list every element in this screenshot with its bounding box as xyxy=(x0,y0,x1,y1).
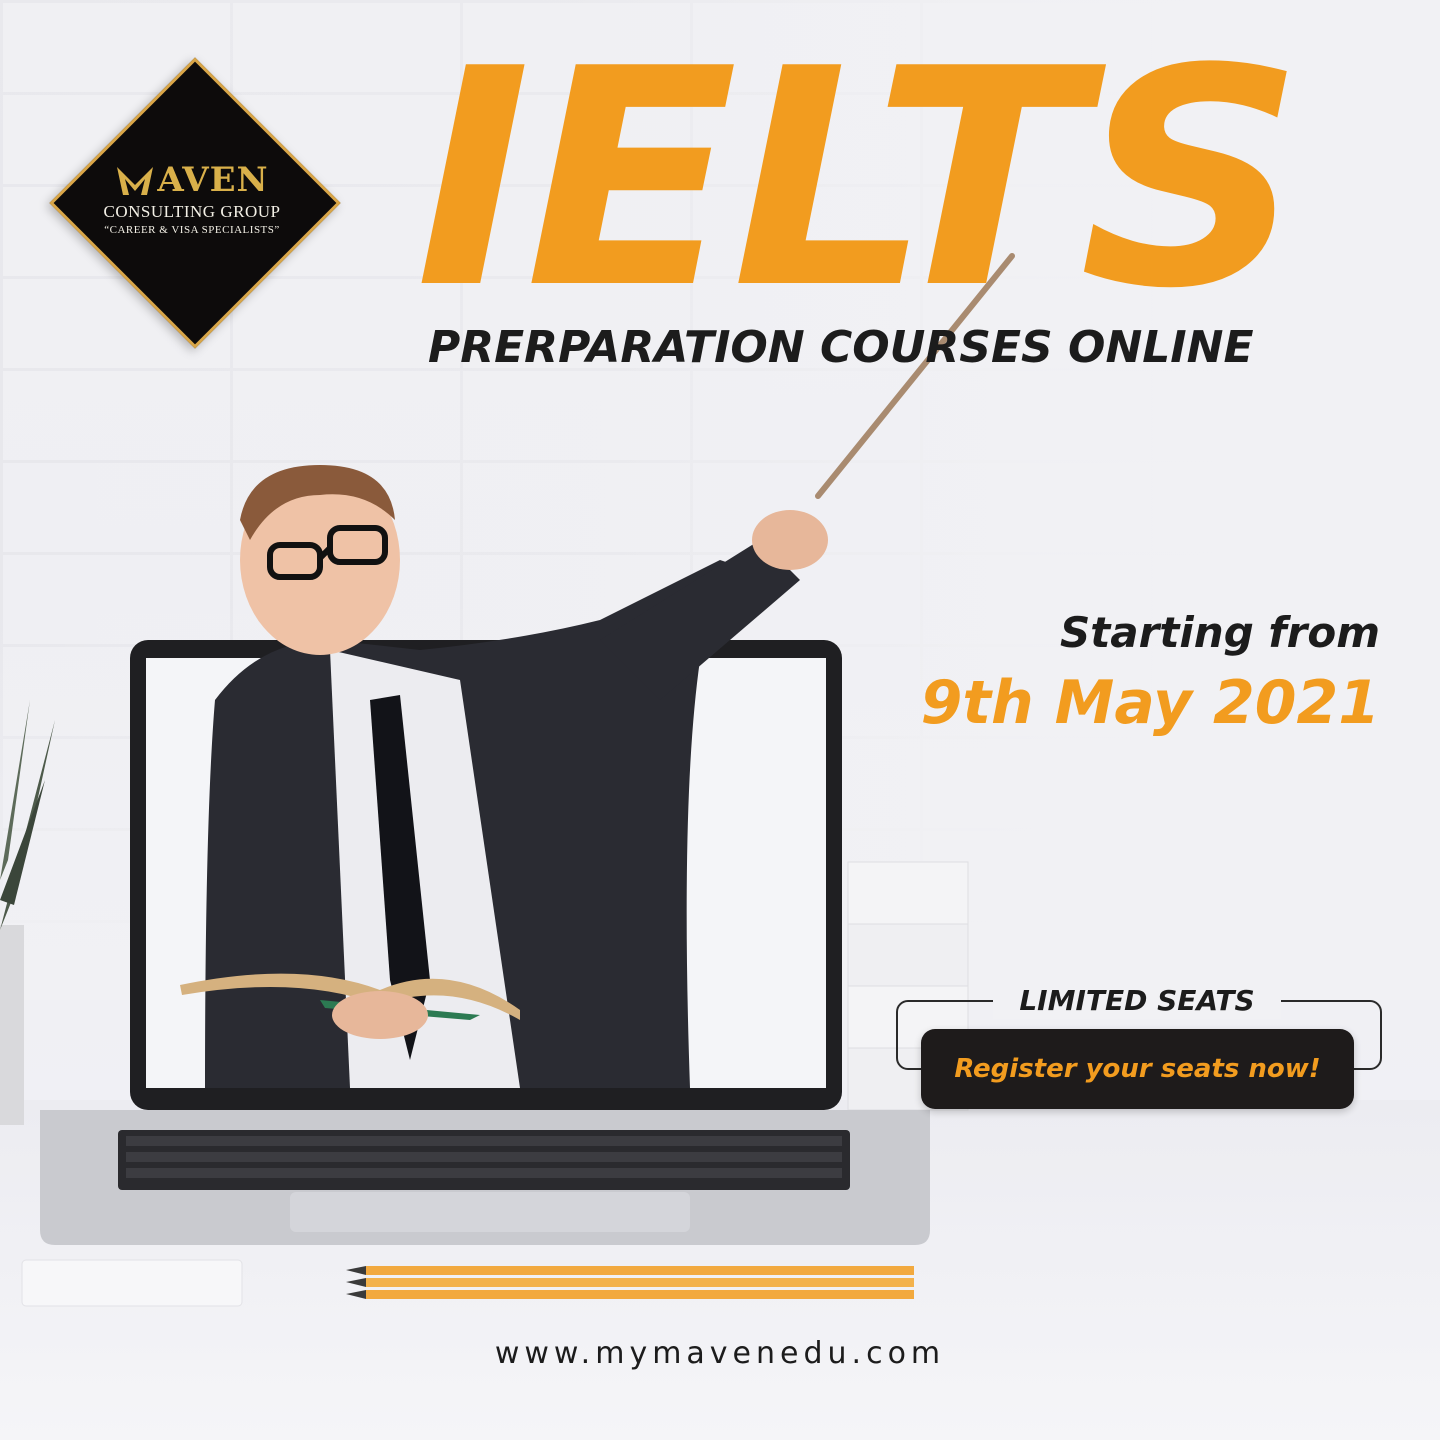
limited-seats-label: LIMITED SEATS xyxy=(993,982,1281,1019)
logo-brand: AVEN xyxy=(48,160,336,200)
logo-brand-text: AVEN xyxy=(157,160,269,200)
poster: AVEN CONSULTING GROUP “CAREER & VISA SPE… xyxy=(0,0,1440,1440)
eraser-illustration xyxy=(21,1259,243,1307)
starting-from-label: Starting from xyxy=(1059,608,1380,657)
start-date: 9th May 2021 xyxy=(920,668,1380,738)
plant-illustration xyxy=(0,700,55,1125)
register-button[interactable]: Register your seats now! xyxy=(921,1029,1354,1109)
logo-tagline: “CAREER & VISA SPECIALISTS” xyxy=(104,224,280,236)
subheadline: PRERPARATION COURSES ONLINE xyxy=(428,322,1254,373)
m-wing-icon xyxy=(117,167,154,195)
pencils-illustration xyxy=(346,1266,914,1299)
logo-subtitle: CONSULTING GROUP xyxy=(103,202,281,221)
website-link[interactable]: www.mymavenedu.com xyxy=(0,1336,1440,1371)
maven-logo: AVEN CONSULTING GROUP “CAREER & VISA SPE… xyxy=(48,56,341,349)
headline-ielts: IELTS xyxy=(415,5,1304,354)
logo-text: AVEN CONSULTING GROUP “CAREER & VISA SPE… xyxy=(48,160,336,236)
